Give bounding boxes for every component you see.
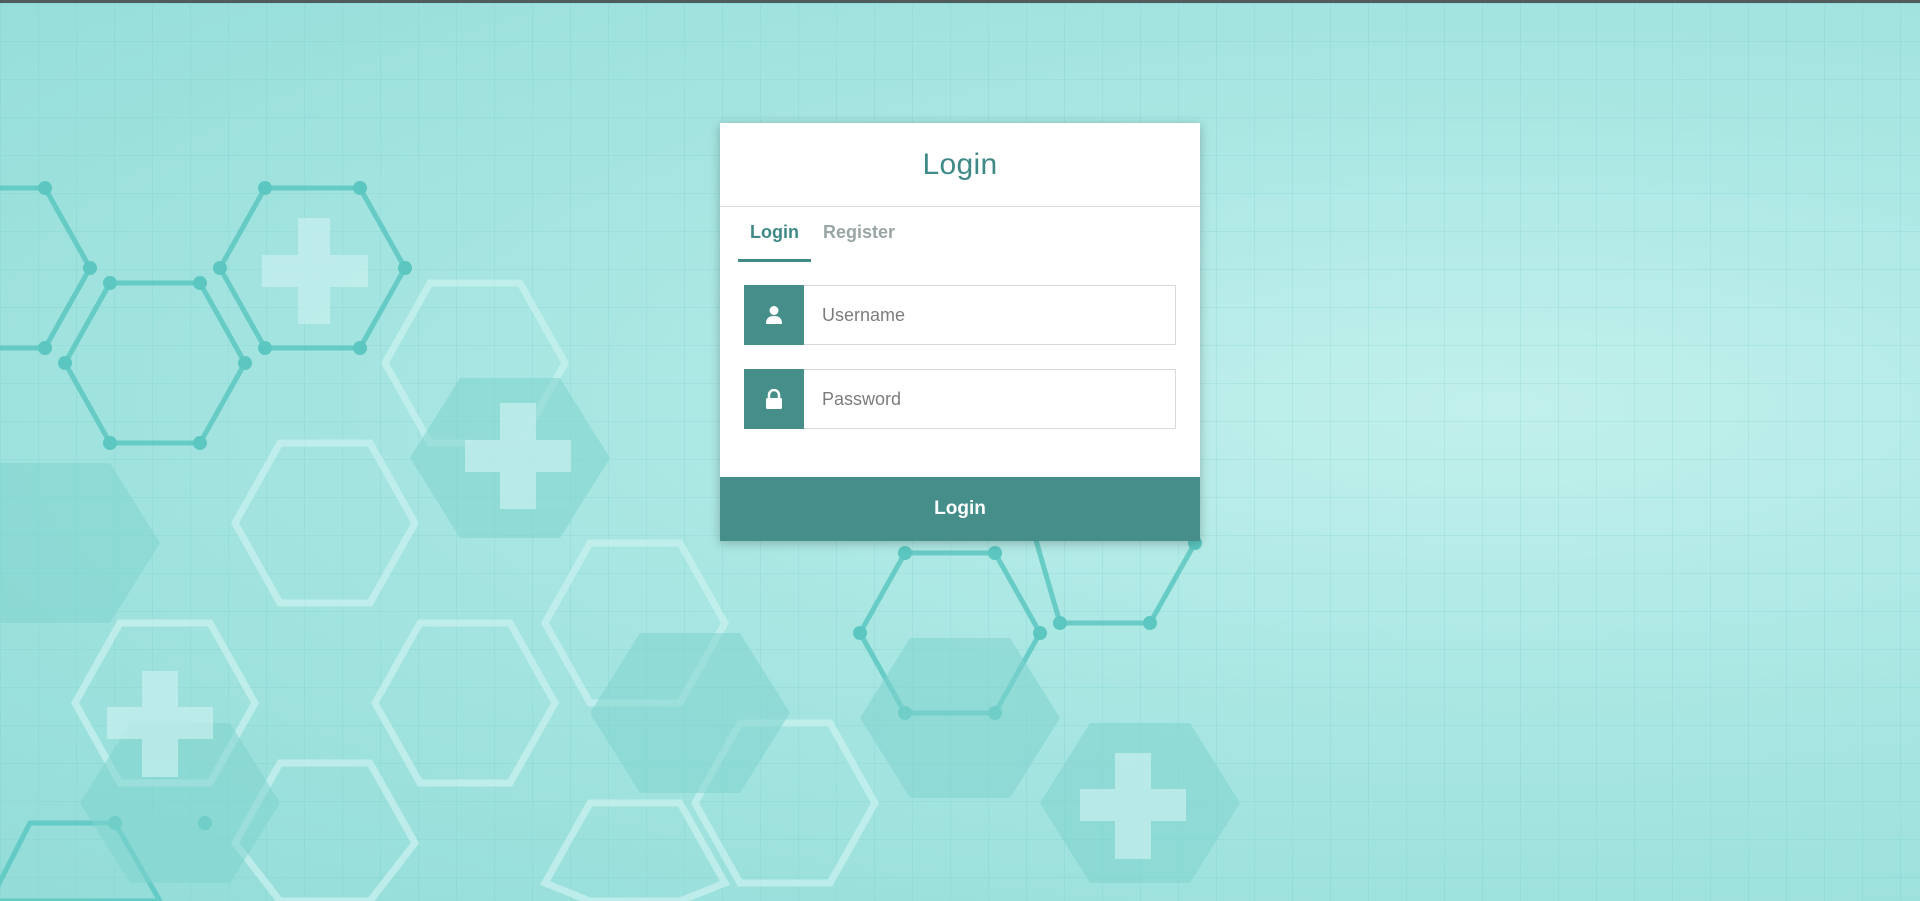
auth-tabs: Login Register [720, 207, 1200, 262]
login-button[interactable]: Login [720, 477, 1200, 541]
username-input[interactable] [804, 285, 1176, 345]
username-field-group [744, 285, 1176, 345]
login-card: Login Login Register Login [720, 123, 1200, 541]
tab-register[interactable]: Register [811, 207, 907, 262]
card-header: Login [720, 123, 1200, 207]
card-title: Login [922, 147, 998, 181]
user-icon [744, 285, 804, 345]
password-input[interactable] [804, 369, 1176, 429]
tab-login[interactable]: Login [738, 207, 811, 262]
password-field-group [744, 369, 1176, 429]
lock-icon [744, 369, 804, 429]
